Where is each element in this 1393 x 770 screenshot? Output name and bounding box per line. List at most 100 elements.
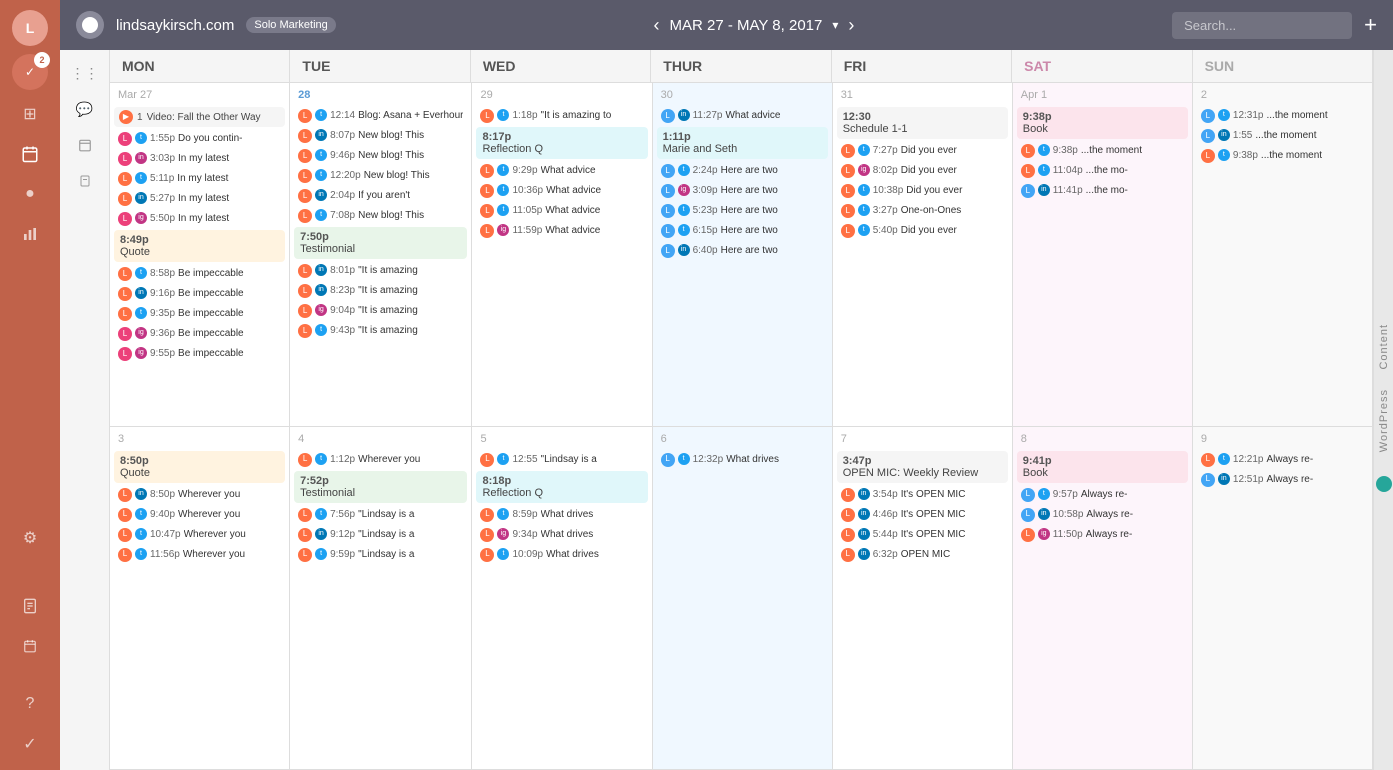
grid-icon[interactable]: ⊞ — [14, 98, 46, 130]
cal-item[interactable]: L t 12:32p What drives — [657, 451, 828, 469]
book-block-2[interactable]: 9:41p Book — [1017, 451, 1188, 483]
avatar: L — [480, 508, 494, 522]
lp-calendar-icon[interactable] — [70, 130, 100, 160]
cal-item[interactable]: L t 9:43p "It is amazing — [294, 322, 467, 340]
cal-item[interactable]: L t 9:46p New blog! This — [294, 147, 467, 165]
cal-item[interactable]: L t 9:57p Always re- — [1017, 486, 1188, 504]
cal-item[interactable]: L in 10:58p Always re- — [1017, 506, 1188, 524]
cal-item[interactable]: L t 5:23p Here are two — [657, 202, 828, 220]
reflection-block[interactable]: 8:17p Reflection Q — [476, 127, 647, 159]
next-period-button[interactable]: › — [844, 11, 858, 40]
cal-item[interactable]: L t 12:20p New blog! This — [294, 167, 467, 185]
settings-icon[interactable]: ⚙ — [14, 522, 46, 554]
cal-item[interactable]: L ig 8:02p Did you ever — [837, 162, 1008, 180]
linkedin-icon: in — [315, 284, 327, 296]
quote-block[interactable]: 8:49p Quote — [114, 230, 285, 262]
cal-item[interactable]: L in 1:55 ...the moment — [1197, 127, 1368, 145]
cal-item[interactable]: L in 9:16p Be impeccable — [114, 285, 285, 303]
check-icon[interactable]: ✓ — [14, 728, 46, 760]
day-apr5: 5 L t 12:55 "Lindsay is a 8:18p Reflecti… — [472, 427, 652, 770]
cal-item[interactable]: L in 8:50p Wherever you — [114, 486, 285, 504]
cal-item[interactable]: L in 8:07p New blog! This — [294, 127, 467, 145]
schedule-block[interactable]: 12:30 Schedule 1-1 — [837, 107, 1008, 139]
reflection-block-2[interactable]: 8:18p Reflection Q — [476, 471, 647, 503]
cal-item[interactable]: L t 9:59p "Lindsay is a — [294, 546, 467, 564]
cal-item[interactable]: L ig 5:50p In my latest — [114, 210, 285, 228]
menu-icon[interactable]: ⋮⋮ — [70, 58, 100, 88]
cal-item[interactable]: L in 11:27p What advice — [657, 107, 828, 125]
prev-period-button[interactable]: ‹ — [650, 11, 664, 40]
cal-item[interactable]: L t 9:35p Be impeccable — [114, 305, 285, 323]
cal-item[interactable]: L t 9:29p What advice — [476, 162, 647, 180]
cal-item[interactable]: L t 11:04p ...the mo- — [1017, 162, 1188, 180]
cal-item[interactable]: L in 4:46p It's OPEN MIC — [837, 506, 1008, 524]
testimonial-block[interactable]: 7:50p Testimonial — [294, 227, 467, 259]
cal-item[interactable]: L ig 3:09p Here are two — [657, 182, 828, 200]
cal-item[interactable]: L t 5:40p Did you ever — [837, 222, 1008, 240]
chart-icon[interactable] — [14, 218, 46, 250]
cal-item[interactable]: L t 12:55 "Lindsay is a — [476, 451, 647, 469]
help-icon[interactable]: ? — [14, 688, 46, 720]
cal-item[interactable]: L t 8:59p What drives — [476, 506, 647, 524]
cal-item[interactable]: L ig 11:50p Always re- — [1017, 526, 1188, 544]
cal-item[interactable]: L t 9:38p ...the moment — [1197, 147, 1368, 165]
cal-item[interactable]: L t 11:56p Wherever you — [114, 546, 285, 564]
cal-item[interactable]: L in 3:03p In my latest — [114, 150, 285, 168]
calendar-small-icon[interactable] — [14, 630, 46, 662]
cal-item[interactable]: L in 8:01p "It is amazing — [294, 262, 467, 280]
cal-item[interactable]: L t 10:09p What drives — [476, 546, 647, 564]
comment-icon[interactable]: 💬 — [70, 94, 100, 124]
cal-item[interactable]: L t 12:21p Always re- — [1197, 451, 1368, 469]
cal-item[interactable]: L t 5:11p In my latest — [114, 170, 285, 188]
cal-item[interactable]: L t 3:27p One-on-Ones — [837, 202, 1008, 220]
cal-item[interactable]: L t 7:56p "Lindsay is a — [294, 506, 467, 524]
date-dropdown-arrow[interactable]: ▾ — [832, 18, 838, 32]
quote-block-2[interactable]: 8:50p Quote — [114, 451, 285, 483]
cal-item[interactable]: L t 10:36p What advice — [476, 182, 647, 200]
cal-item[interactable]: L in 2:04p If you aren't — [294, 187, 467, 205]
cal-item[interactable]: L t 1:12p Wherever you — [294, 451, 467, 469]
cal-item[interactable]: L ig 9:36p Be impeccable — [114, 325, 285, 343]
cal-item[interactable]: L in 6:40p Here are two — [657, 242, 828, 260]
cal-item[interactable]: L in 12:51p Always re- — [1197, 471, 1368, 489]
cal-item[interactable]: L ig 11:59p What advice — [476, 222, 647, 240]
add-button[interactable]: + — [1364, 12, 1377, 38]
circle-icon[interactable]: ● — [14, 178, 46, 210]
document-icon[interactable] — [14, 590, 46, 622]
cal-item[interactable]: L in 8:23p "It is amazing — [294, 282, 467, 300]
cal-item[interactable]: L t 12:31p ...the moment — [1197, 107, 1368, 125]
cal-item[interactable]: L ig 9:04p "It is amazing — [294, 302, 467, 320]
cal-item[interactable]: L in 3:54p It's OPEN MIC — [837, 486, 1008, 504]
cal-item[interactable]: L t 8:58p Be impeccable — [114, 265, 285, 283]
cal-item[interactable]: L ig 9:55p Be impeccable — [114, 345, 285, 363]
cal-item[interactable]: L t 7:27p Did you ever — [837, 142, 1008, 160]
cal-item[interactable]: L t 6:15p Here are two — [657, 222, 828, 240]
lp-doc-icon[interactable] — [70, 166, 100, 196]
search-input[interactable] — [1172, 12, 1352, 39]
avatar: L — [480, 109, 494, 123]
cal-item[interactable]: L ig 9:34p What drives — [476, 526, 647, 544]
marie-seth-block[interactable]: 1:11p Marie and Seth — [657, 127, 828, 159]
open-mic-block[interactable]: 3:47p OPEN MIC: Weekly Review — [837, 451, 1008, 483]
cal-item[interactable]: L in 6:32p OPEN MIC — [837, 546, 1008, 564]
cal-item[interactable]: L t 2:24p Here are two — [657, 162, 828, 180]
cal-item[interactable]: ▶ 1 Video: Fall the Other Way — [114, 107, 285, 127]
testimonial-block-2[interactable]: 7:52p Testimonial — [294, 471, 467, 503]
cal-item[interactable]: L t 1:55p Do you contin- — [114, 130, 285, 148]
calendar-icon[interactable] — [14, 138, 46, 170]
cal-item[interactable]: L t 12:14 Blog: Asana + Everhour — [294, 107, 467, 125]
notifications-badge[interactable]: ✓ 2 — [12, 54, 48, 90]
cal-item[interactable]: L t 10:47p Wherever you — [114, 526, 285, 544]
cal-item[interactable]: L t 1:18p "It is amazing to — [476, 107, 647, 125]
cal-item[interactable]: L t 11:05p What advice — [476, 202, 647, 220]
cal-item[interactable]: L t 7:08p New blog! This — [294, 207, 467, 225]
cal-item[interactable]: L in 9:12p "Lindsay is a — [294, 526, 467, 544]
cal-item[interactable]: L in 5:44p It's OPEN MIC — [837, 526, 1008, 544]
cal-item[interactable]: L in 11:41p ...the mo- — [1017, 182, 1188, 200]
avatar[interactable]: L — [12, 10, 48, 46]
cal-item[interactable]: L t 9:38p ...the moment — [1017, 142, 1188, 160]
cal-item[interactable]: L t 9:40p Wherever you — [114, 506, 285, 524]
cal-item[interactable]: L in 5:27p In my latest — [114, 190, 285, 208]
cal-item[interactable]: L t 10:38p Did you ever — [837, 182, 1008, 200]
book-block[interactable]: 9:38p Book — [1017, 107, 1188, 139]
